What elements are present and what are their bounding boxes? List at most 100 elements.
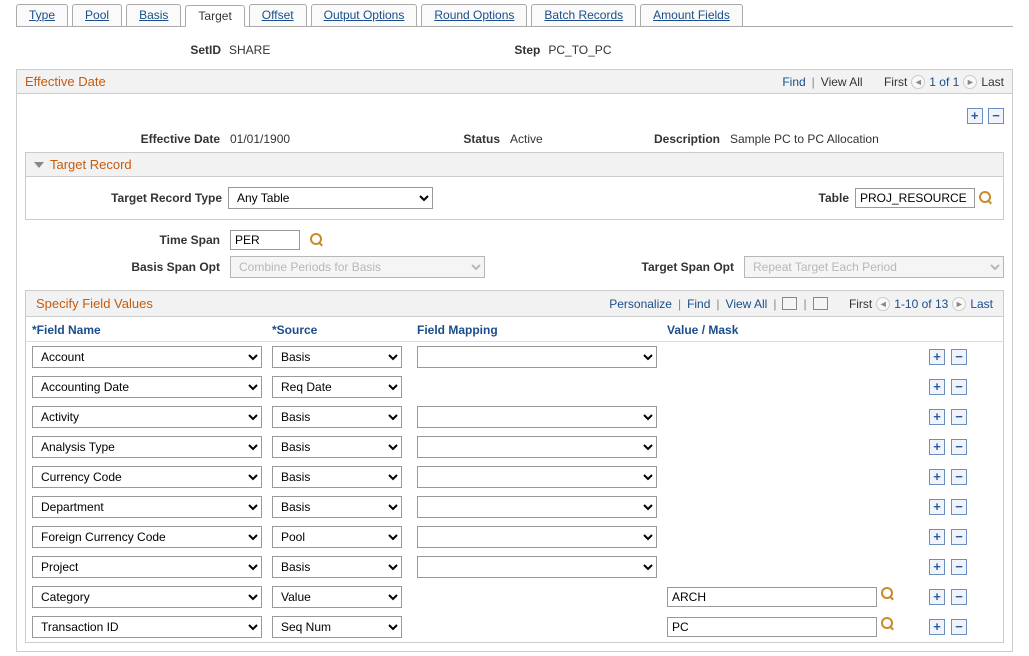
field-mapping-select[interactable] [417,346,657,368]
value-lookup-icon[interactable] [881,617,895,631]
prev-arrow-icon[interactable]: ◄ [911,75,925,89]
target-record-title: Target Record [50,157,132,172]
value-lookup-icon[interactable] [881,587,895,601]
tab-target[interactable]: Target [185,5,244,27]
col-field-name[interactable]: Field Name [32,323,272,337]
table-row: Department Basis +− [26,492,1003,522]
zoom-icon[interactable] [782,297,797,310]
table-input[interactable] [855,188,975,208]
setid-value: SHARE [229,43,270,57]
source-select[interactable]: Basis [272,556,402,578]
tab-pool[interactable]: Pool [72,4,122,26]
target-record-type-select[interactable]: Any Table [228,187,433,209]
delete-row-button[interactable]: − [988,108,1004,124]
row-add-button[interactable]: + [929,349,945,365]
field-name-select[interactable]: Currency Code [32,466,262,488]
row-delete-button[interactable]: − [951,499,967,515]
field-mapping-select[interactable] [417,526,657,548]
row-add-button[interactable]: + [929,379,945,395]
effective-date-body: + − Effective Date 01/01/1900 Status Act… [16,94,1013,652]
row-delete-button[interactable]: − [951,529,967,545]
tab-basis[interactable]: Basis [126,4,181,26]
col-field-mapping[interactable]: Field Mapping [417,323,667,337]
grid-icon[interactable] [813,297,828,310]
row-add-button[interactable]: + [929,589,945,605]
source-select[interactable]: Req Date [272,376,402,398]
source-select[interactable]: Value [272,586,402,608]
field-name-select[interactable]: Category [32,586,262,608]
row-delete-button[interactable]: − [951,439,967,455]
tab-batch-records[interactable]: Batch Records [531,4,636,26]
tab-output-options[interactable]: Output Options [311,4,418,26]
row-add-button[interactable]: + [929,529,945,545]
row-delete-button[interactable]: − [951,379,967,395]
field-values-title: Specify Field Values [36,296,153,311]
personalize-link[interactable]: Personalize [609,297,672,311]
row-delete-button[interactable]: − [951,589,967,605]
basis-span-select: Combine Periods for Basis [230,256,485,278]
fv-next-arrow-icon[interactable]: ► [952,297,966,311]
fv-prev-arrow-icon[interactable]: ◄ [876,297,890,311]
table-lookup-icon[interactable] [979,191,993,205]
value-mask-input[interactable] [667,617,877,637]
row-delete-button[interactable]: − [951,409,967,425]
table-row: Transaction ID Seq Num +− [26,612,1003,642]
value-mask-input[interactable] [667,587,877,607]
step-value: PC_TO_PC [548,43,611,57]
next-arrow-icon[interactable]: ► [963,75,977,89]
find-link[interactable]: Find [782,75,805,89]
field-mapping-select[interactable] [417,406,657,428]
source-select[interactable]: Basis [272,496,402,518]
row-delete-button[interactable]: − [951,469,967,485]
source-select[interactable]: Seq Num [272,616,402,638]
source-select[interactable]: Basis [272,466,402,488]
field-mapping-select[interactable] [417,466,657,488]
source-select[interactable]: Basis [272,436,402,458]
time-span-lookup-icon[interactable] [310,233,324,247]
row-add-button[interactable]: + [929,499,945,515]
status-value: Active [510,132,620,146]
source-select[interactable]: Basis [272,406,402,428]
col-value-mask[interactable]: Value / Mask [667,323,917,337]
field-name-select[interactable]: Department [32,496,262,518]
last-text: Last [981,75,1004,89]
field-mapping-select[interactable] [417,496,657,518]
source-select[interactable]: Pool [272,526,402,548]
row-add-button[interactable]: + [929,619,945,635]
tab-offset[interactable]: Offset [249,4,307,26]
table-row: Currency Code Basis +− [26,462,1003,492]
fv-last-link[interactable]: Last [970,297,993,311]
row-add-button[interactable]: + [929,469,945,485]
tab-amount-fields[interactable]: Amount Fields [640,4,743,26]
fv-counter-text[interactable]: 1-10 of 13 [894,297,948,311]
fv-find-link[interactable]: Find [687,297,710,311]
field-name-select[interactable]: Activity [32,406,262,428]
field-name-select[interactable]: Analysis Type [32,436,262,458]
field-name-select[interactable]: Transaction ID [32,616,262,638]
source-select[interactable]: Basis [272,346,402,368]
col-source[interactable]: Source [272,323,417,337]
field-name-select[interactable]: Project [32,556,262,578]
row-add-button[interactable]: + [929,409,945,425]
target-record-header[interactable]: Target Record [26,153,1003,177]
tab-round-options[interactable]: Round Options [421,4,527,26]
row-add-button[interactable]: + [929,439,945,455]
field-name-select[interactable]: Accounting Date [32,376,262,398]
field-mapping-select[interactable] [417,436,657,458]
add-row-button[interactable]: + [967,108,983,124]
tab-type[interactable]: Type [16,4,68,26]
row-delete-button[interactable]: − [951,349,967,365]
fv-view-all-link[interactable]: View All [726,297,768,311]
field-mapping-select[interactable] [417,556,657,578]
field-values-body: Field Name Source Field Mapping Value / … [25,317,1004,643]
field-name-select[interactable]: Foreign Currency Code [32,526,262,548]
collapse-arrow-icon [34,162,44,168]
time-span-input[interactable] [230,230,300,250]
row-delete-button[interactable]: − [951,559,967,575]
target-span-select: Repeat Target Each Period [744,256,1004,278]
field-name-select[interactable]: Account [32,346,262,368]
row-add-button[interactable]: + [929,559,945,575]
row-delete-button[interactable]: − [951,619,967,635]
column-headers: Field Name Source Field Mapping Value / … [26,317,1003,342]
field-values-toolbar: Personalize | Find | View All | | First … [609,297,993,311]
